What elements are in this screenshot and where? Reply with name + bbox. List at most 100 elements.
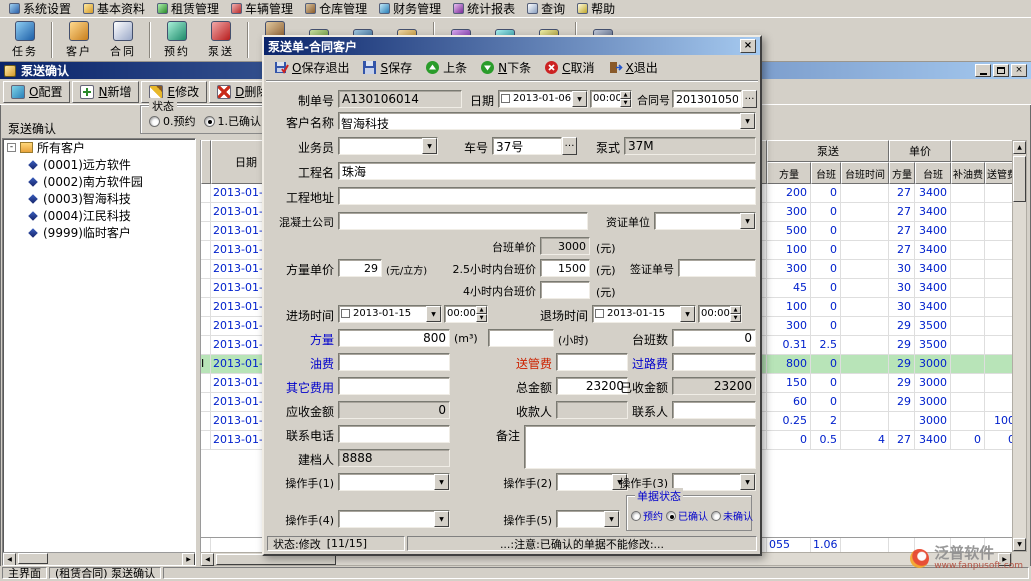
h4-shift-price-field[interactable] <box>540 281 590 299</box>
doc-state-unconfirmed[interactable]: 未确认 <box>711 508 753 523</box>
menu-rental[interactable]: 租赁管理 <box>151 1 225 17</box>
menu-query[interactable]: 查询 <box>521 1 571 17</box>
save-button[interactable]: S保存 <box>362 59 412 76</box>
spinner-icons[interactable]: ▲▼ <box>476 306 487 322</box>
checkbox-icon[interactable] <box>341 309 350 318</box>
task-button[interactable]: 任务 <box>4 20 46 60</box>
doc-state-confirmed[interactable]: 已确认 <box>666 508 708 523</box>
chevron-down-icon[interactable]: ▼ <box>434 511 449 527</box>
chevron-down-icon[interactable]: ▼ <box>426 306 441 322</box>
chevron-down-icon[interactable]: ▼ <box>740 213 755 229</box>
save-exit-button[interactable]: O保存退出 <box>274 59 349 76</box>
browse-icon[interactable]: … <box>742 90 757 108</box>
enter-date-picker[interactable]: 2013-01-15▼ <box>338 305 442 323</box>
cancel-button[interactable]: C取消 <box>544 59 594 76</box>
other-fee-field[interactable] <box>338 377 450 395</box>
creator-field[interactable] <box>338 449 450 467</box>
doc-state-reserved[interactable]: 预约 <box>631 508 663 523</box>
operator4-select[interactable]: ▼ <box>338 510 450 528</box>
receivable-field[interactable] <box>338 401 450 419</box>
next-record-button[interactable]: N下条 <box>480 59 531 76</box>
exit-date-picker[interactable]: 2013-01-15▼ <box>592 305 696 323</box>
truck-field[interactable] <box>492 137 562 155</box>
menu-help[interactable]: 帮助 <box>571 1 621 17</box>
contract-field[interactable] <box>672 90 742 108</box>
header-volume[interactable]: 方量 <box>767 162 811 184</box>
menu-reports[interactable]: 统计报表 <box>447 1 521 17</box>
enter-time-spinner[interactable]: 00:00▲▼ <box>444 305 488 323</box>
header-pipe-fee[interactable]: 送管费 <box>985 162 1012 184</box>
concrete-company-field[interactable] <box>338 212 588 230</box>
menu-basic-data[interactable]: 基本资料 <box>77 1 151 17</box>
spinner-icons[interactable]: ▲▼ <box>620 91 631 107</box>
radio-icon[interactable] <box>711 511 721 521</box>
header-volume-price[interactable]: 方量 <box>889 162 915 184</box>
chevron-down-icon[interactable]: ▼ <box>422 138 437 154</box>
header-group-price[interactable]: 单价 <box>889 140 951 162</box>
scroll-left-icon[interactable]: ◀ <box>201 553 214 566</box>
statusbar-tab-pump-confirm[interactable]: (租赁合同) 泵送确认 <box>49 567 161 579</box>
operator3-select[interactable]: ▼ <box>672 473 756 491</box>
customer-button[interactable]: 客户 <box>58 20 100 60</box>
docno-field[interactable] <box>338 90 462 108</box>
header-shift-price[interactable]: 台班 <box>915 162 951 184</box>
dialog-title-bar[interactable]: 泵送单-合同客户 × <box>264 37 760 55</box>
cert-unit-select[interactable]: ▼ <box>654 212 756 230</box>
menu-system[interactable]: 系统设置 <box>3 1 77 17</box>
contact-field[interactable] <box>672 401 756 419</box>
grid-vertical-scrollbar[interactable]: ▲ ▼ <box>1012 140 1027 552</box>
header-group-pump[interactable]: 泵送 <box>767 140 889 162</box>
chevron-down-icon[interactable]: ▼ <box>740 474 755 490</box>
radio-icon[interactable] <box>631 511 641 521</box>
tree-item-customer[interactable]: (0004)江民科技 <box>3 207 195 224</box>
exit-dialog-button[interactable]: X退出 <box>608 59 658 76</box>
radio-icon[interactable] <box>149 116 160 127</box>
volume-price-field[interactable] <box>338 259 382 277</box>
menu-warehouse[interactable]: 仓库管理 <box>299 1 373 17</box>
filter-option-confirmed[interactable]: 1.已确认 <box>204 113 262 129</box>
pump-type-field[interactable] <box>624 137 756 155</box>
time-spinner[interactable]: 00:00▲▼ <box>590 90 632 108</box>
scrollbar-thumb[interactable] <box>18 553 48 564</box>
header-shift[interactable]: 台班 <box>811 162 841 184</box>
collapse-icon[interactable]: - <box>7 143 16 152</box>
checkbox-icon[interactable] <box>595 309 604 318</box>
checkbox-icon[interactable] <box>501 94 510 103</box>
pump-button[interactable]: 泵送 <box>200 20 242 60</box>
menu-vehicle[interactable]: 车辆管理 <box>225 1 299 17</box>
radio-icon[interactable] <box>204 116 215 127</box>
dialog-close-button[interactable]: × <box>740 39 756 53</box>
exit-time-spinner[interactable]: 00:00▲▼ <box>698 305 742 323</box>
chevron-down-icon[interactable]: ▼ <box>740 113 755 129</box>
minimize-button[interactable] <box>975 64 991 77</box>
shift-price-field[interactable] <box>540 237 590 255</box>
hours-field[interactable] <box>488 329 554 347</box>
operator5-select[interactable]: ▼ <box>556 510 620 528</box>
operator1-select[interactable]: ▼ <box>338 473 450 491</box>
header-oil-fee[interactable]: 补油费 <box>951 162 985 184</box>
date-picker[interactable]: 2013-01-06▼ <box>498 90 588 108</box>
tree-item-customer[interactable]: (0002)南方软件园 <box>3 173 195 190</box>
contract-button[interactable]: 合同 <box>102 20 144 60</box>
chevron-down-icon[interactable]: ▼ <box>680 306 695 322</box>
h25-shift-price-field[interactable] <box>540 259 590 277</box>
add-button[interactable]: N新增 <box>72 81 139 103</box>
spinner-icons[interactable]: ▲▼ <box>730 306 741 322</box>
menu-finance[interactable]: 财务管理 <box>373 1 447 17</box>
customer-select[interactable]: 智海科技▼ <box>338 112 756 130</box>
radio-icon[interactable] <box>666 511 676 521</box>
tree-item-customer[interactable]: (0003)智海科技 <box>3 190 195 207</box>
chevron-down-icon[interactable]: ▼ <box>604 511 619 527</box>
tree-item-customer[interactable]: (9999)临时客户 <box>3 224 195 241</box>
scroll-up-icon[interactable]: ▲ <box>1013 141 1026 154</box>
project-field[interactable] <box>338 162 756 180</box>
restore-button[interactable] <box>993 64 1009 77</box>
configure-button[interactable]: O配置 <box>3 81 70 103</box>
previous-record-button[interactable]: 上条 <box>425 59 467 76</box>
phone-field[interactable] <box>338 425 450 443</box>
received-field[interactable] <box>672 377 756 395</box>
chevron-down-icon[interactable]: ▼ <box>572 91 587 107</box>
tree-root-all-customers[interactable]: - 所有客户 <box>3 139 195 156</box>
header-shift-time[interactable]: 台班时间 <box>841 162 889 184</box>
oil-fee-field[interactable] <box>338 353 450 371</box>
